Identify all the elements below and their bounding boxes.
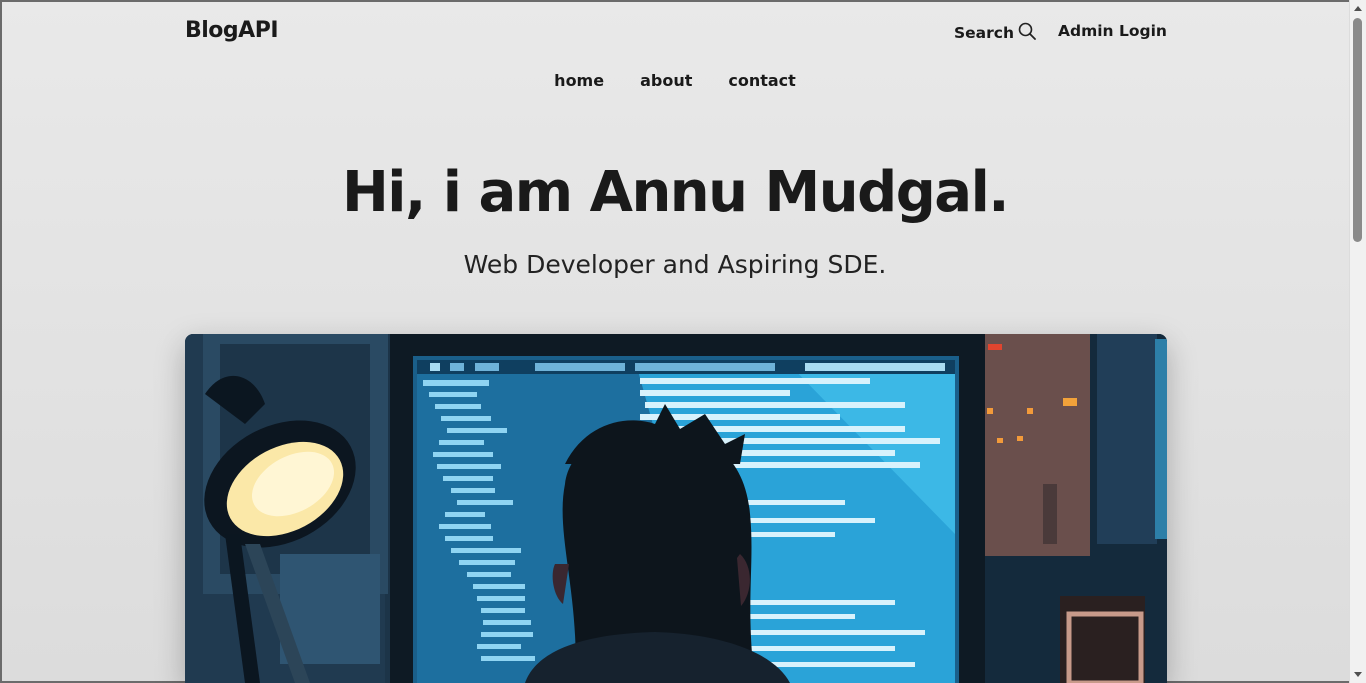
scroll-thumb[interactable] xyxy=(1353,18,1362,242)
brand-logo[interactable]: BlogAPI xyxy=(185,18,279,43)
hero-title: Hi, i am Annu Mudgal. xyxy=(341,160,1010,225)
search-button[interactable]: Search xyxy=(954,22,1036,44)
search-label: Search xyxy=(954,24,1015,42)
nav-about[interactable]: about xyxy=(640,71,692,90)
admin-login-link[interactable]: Admin Login xyxy=(1058,22,1167,40)
scroll-down-arrow-icon[interactable] xyxy=(1354,672,1362,677)
main-nav: home about contact xyxy=(0,71,1350,90)
hero-subtitle: Web Developer and Aspiring SDE. xyxy=(463,250,887,279)
scroll-up-arrow-icon[interactable] xyxy=(1354,6,1362,11)
nav-contact[interactable]: contact xyxy=(728,71,795,90)
search-icon xyxy=(1018,22,1036,44)
page-scrollbar[interactable] xyxy=(1349,0,1366,683)
hero-illustration xyxy=(185,334,1167,683)
nav-home[interactable]: home xyxy=(554,71,604,90)
